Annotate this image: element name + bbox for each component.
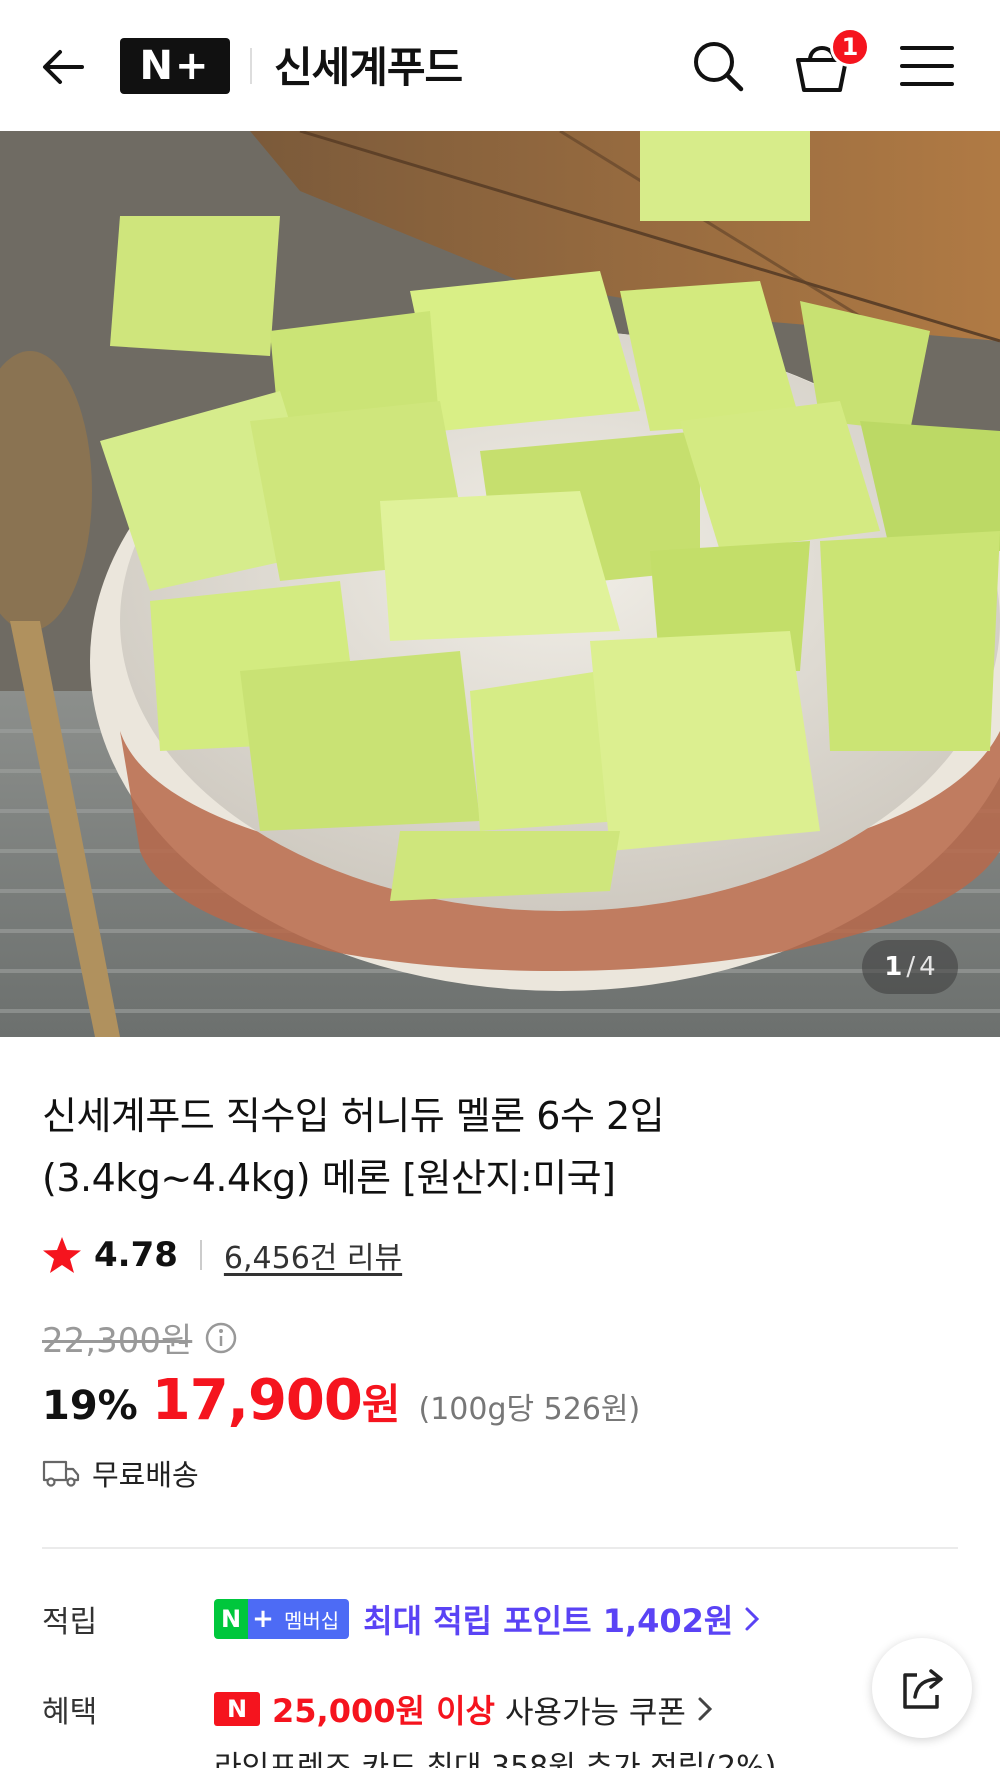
sale-price-row: 19% 17,900 원 (100g당 526원) (42, 1368, 640, 1433)
coupon-description: 사용가능 쿠폰 (504, 1694, 686, 1731)
naver-n-icon: N (214, 1599, 248, 1639)
sale-price: 17,900 (151, 1368, 363, 1433)
coupon-row[interactable]: 혜택 N 25,000원 이상 사용가능 쿠폰 (42, 1686, 714, 1732)
shipping-row: 무료배송 (42, 1452, 199, 1494)
product-image[interactable] (0, 131, 1000, 1037)
shipping-text: 무료배송 (92, 1458, 199, 1492)
review-count-link[interactable]: 6,456건 리뷰 (224, 1233, 402, 1277)
truck-icon (42, 1460, 80, 1487)
image-current-index: 1 (884, 952, 903, 982)
section-divider (42, 1547, 958, 1549)
discount-rate: 19% (42, 1383, 138, 1429)
unit-price: (100g당 526원) (418, 1392, 641, 1427)
search-icon[interactable] (690, 38, 746, 94)
product-title-line-2: (3.4kg~4.4kg) 메론 [원산지:미국] (42, 1156, 616, 1200)
back-arrow-icon[interactable] (38, 42, 88, 92)
rating-row: 4.78 6,456건 리뷰 (42, 1232, 402, 1278)
product-title: 신세계푸드 직수입 허니듀 멜론 6수 2입 (3.4kg~4.4kg) 메론 … (42, 1085, 942, 1209)
cart-count-badge: 1 (830, 27, 870, 67)
logo-divider (250, 48, 252, 84)
info-icon[interactable] (204, 1321, 238, 1355)
hamburger-menu-icon[interactable] (900, 44, 954, 88)
star-icon (43, 1237, 81, 1273)
naver-coupon-icon: N (214, 1692, 260, 1726)
max-points-text: 최대 적립 포인트 1,402원 (363, 1602, 734, 1640)
original-price: 22,300원 (42, 1321, 193, 1361)
image-index-separator: / (906, 952, 916, 982)
nplus-logo[interactable]: N+ (120, 38, 230, 94)
image-total-count: 4 (919, 952, 936, 982)
rating-value: 4.78 (94, 1235, 178, 1275)
sale-price-currency: 원 (361, 1380, 401, 1429)
share-button[interactable] (872, 1638, 972, 1738)
top-header: N+ 신세계푸드 1 (0, 0, 1000, 131)
brand-store-name[interactable]: 신세계푸드 (274, 34, 463, 95)
plus-icon: + (248, 1599, 278, 1639)
share-icon (903, 1669, 943, 1709)
points-label: 적립 (42, 1605, 98, 1640)
rating-divider (199, 1240, 202, 1270)
card-benefit-text[interactable]: 라인프렌즈 카드 최대 358원 추가 적립(2%) (214, 1742, 776, 1768)
original-price-row: 22,300원 (42, 1313, 238, 1362)
chevron-right-icon (698, 1697, 713, 1721)
product-title-line-1: 신세계푸드 직수입 허니듀 멜론 6수 2입 (42, 1094, 665, 1138)
membership-badge-text: 멤버십 (278, 1599, 350, 1639)
points-row[interactable]: 적립 N + 멤버십 최대 적립 포인트 1,402원 (42, 1596, 761, 1642)
chevron-right-icon (745, 1607, 760, 1631)
nplus-membership-badge: N + 멤버십 (214, 1599, 350, 1639)
coupon-threshold: 25,000원 이상 (272, 1692, 495, 1730)
benefit-label: 혜택 (42, 1695, 98, 1730)
image-page-indicator: 1 / 4 (862, 940, 958, 994)
